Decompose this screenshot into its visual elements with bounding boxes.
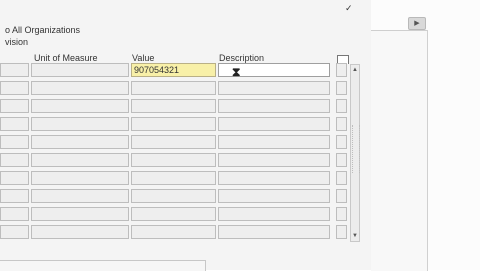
row-select-checkbox[interactable] [336,225,347,239]
column-header-value: Value [132,53,155,63]
right-subpanel [371,30,428,271]
right-divider [427,30,428,270]
form-subtitle: vision [5,37,29,47]
value-field[interactable] [131,99,216,113]
vertical-scrollbar[interactable]: ▲ ▼ [350,64,360,242]
value-field[interactable] [131,207,216,221]
value-field[interactable] [131,117,216,131]
value-field[interactable] [131,171,216,185]
row-select-checkbox[interactable] [336,189,347,203]
scroll-down-icon[interactable]: ▼ [351,231,359,241]
row-select-checkbox[interactable] [336,63,347,77]
column-header-description: Description [219,53,265,63]
value-field[interactable] [131,81,216,95]
unit-of-measure-field[interactable] [31,117,129,131]
table-row [0,225,360,241]
description-field[interactable] [218,189,330,203]
row-indicator[interactable] [0,117,29,131]
right-pane [371,0,480,271]
description-field[interactable] [218,207,330,221]
description-field[interactable] [218,99,330,113]
row-select-checkbox[interactable] [336,171,347,185]
column-header-unit-of-measure: Unit of Measure [34,53,98,63]
row-indicator[interactable] [0,99,29,113]
row-select-checkbox[interactable] [336,81,347,95]
row-select-checkbox[interactable] [336,207,347,221]
description-field[interactable] [218,171,330,185]
side-nav-button[interactable]: ▶ [408,17,426,30]
scrollbar-thumb[interactable] [352,125,360,173]
unit-of-measure-field[interactable] [31,99,129,113]
row-indicator[interactable] [0,81,29,95]
row-indicator[interactable] [0,225,29,239]
value-field[interactable] [131,135,216,149]
table-row [0,117,360,133]
unit-of-measure-field[interactable] [31,63,129,77]
checkmark-icon[interactable]: ✓ [345,3,357,13]
unit-of-measure-field[interactable] [31,225,129,239]
table-row [0,207,360,223]
bottom-region [0,260,206,271]
row-select-checkbox[interactable] [336,117,347,131]
value-field[interactable] [131,153,216,167]
hourglass-cursor-icon: ⧗ [232,65,241,79]
row-select-checkbox[interactable] [336,135,347,149]
unit-of-measure-field[interactable] [31,135,129,149]
table-row [0,81,360,97]
table-row [0,99,360,115]
unit-of-measure-field[interactable] [31,171,129,185]
unit-of-measure-field[interactable] [31,153,129,167]
table-row [0,135,360,151]
value-field[interactable] [131,225,216,239]
table-row: 907054321 [0,63,360,79]
row-select-checkbox[interactable] [336,153,347,167]
description-field[interactable] [218,153,330,167]
value-field[interactable]: 907054321 [131,63,216,77]
unit-of-measure-field[interactable] [31,207,129,221]
row-indicator[interactable] [0,207,29,221]
row-indicator[interactable] [0,153,29,167]
value-field[interactable] [131,189,216,203]
row-select-checkbox[interactable] [336,99,347,113]
unit-of-measure-field[interactable] [31,189,129,203]
row-indicator[interactable] [0,63,29,77]
scroll-up-icon[interactable]: ▲ [351,65,359,75]
table-row [0,153,360,169]
unit-of-measure-field[interactable] [31,81,129,95]
description-field[interactable] [218,135,330,149]
form-title: o All Organizations [5,25,81,35]
row-indicator[interactable] [0,171,29,185]
description-field[interactable] [218,81,330,95]
table-row [0,171,360,187]
table-row [0,189,360,205]
row-indicator[interactable] [0,135,29,149]
row-indicator[interactable] [0,189,29,203]
description-field[interactable] [218,117,330,131]
description-field[interactable] [218,225,330,239]
